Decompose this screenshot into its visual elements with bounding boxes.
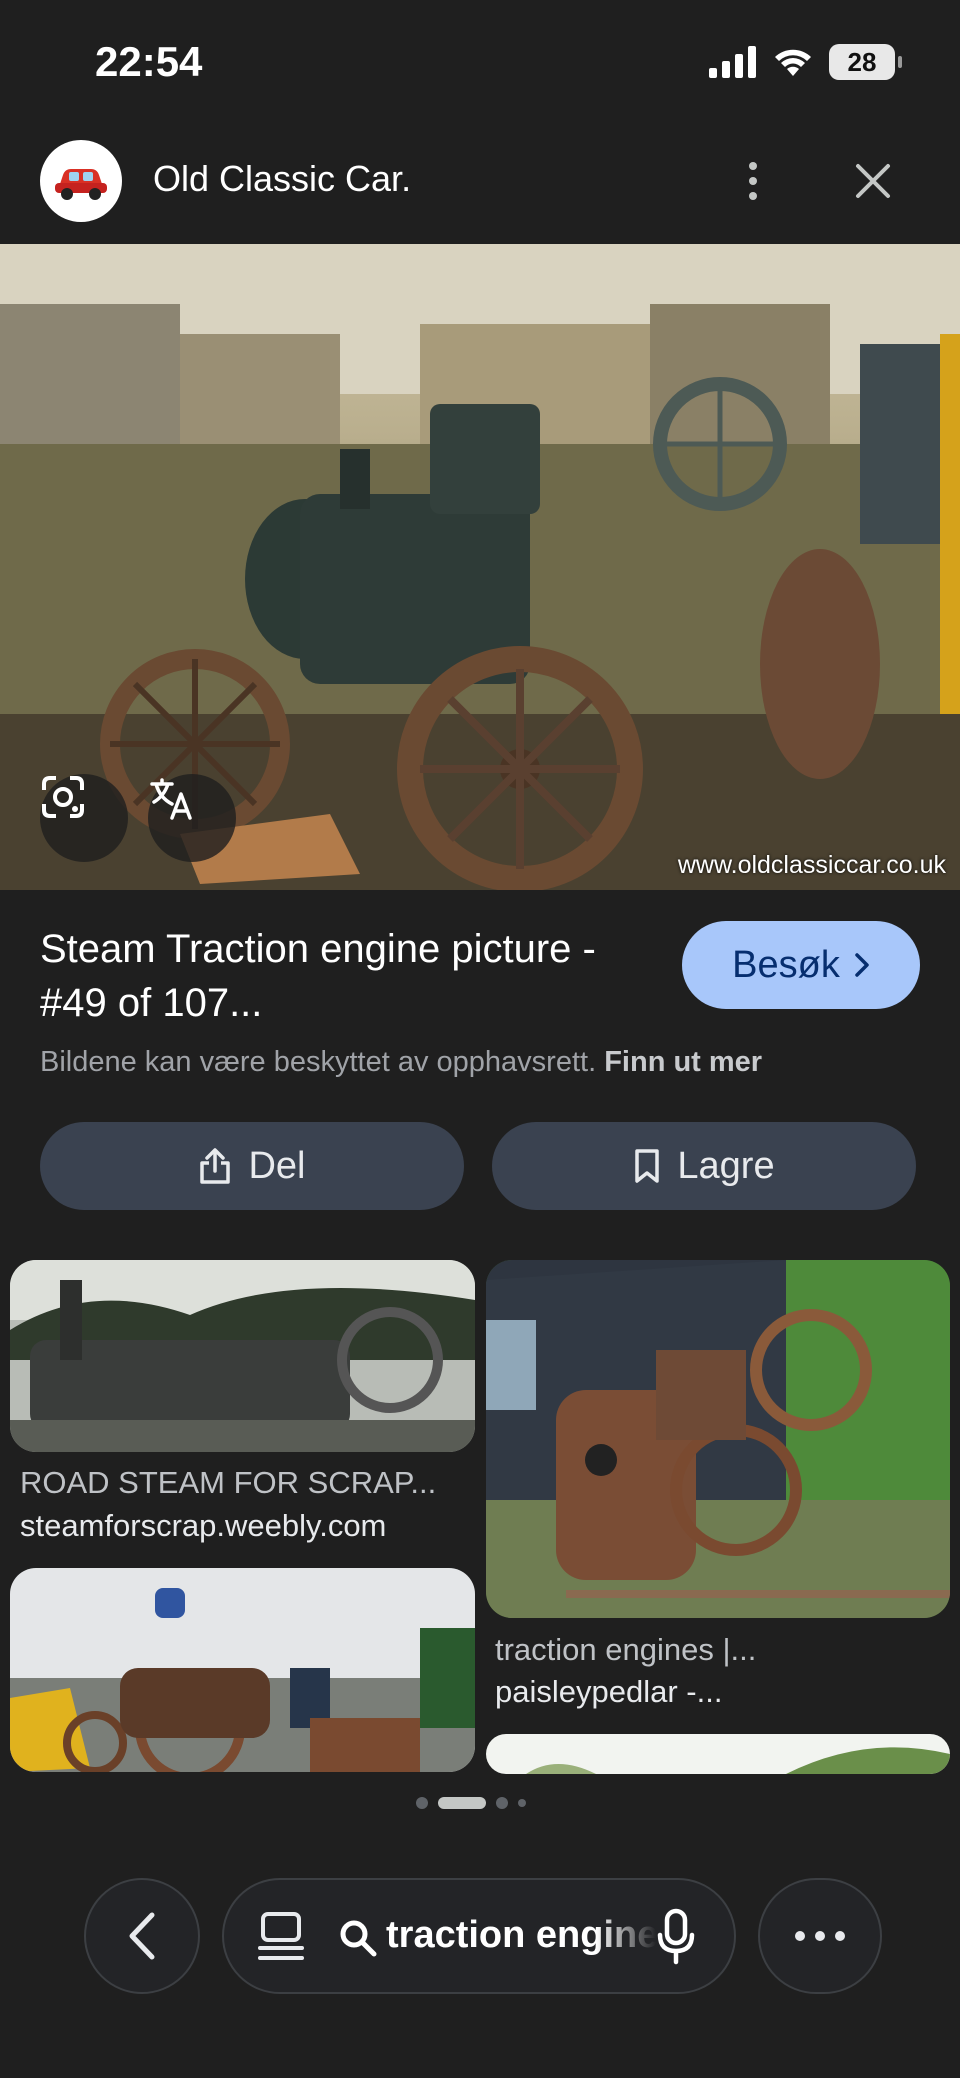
search-bar[interactable]: traction engines [222, 1878, 736, 1994]
back-button[interactable] [84, 1878, 200, 1994]
road-steam-scrap-photo [10, 1260, 475, 1452]
chevron-right-icon [855, 953, 869, 977]
google-lens-button[interactable] [40, 774, 128, 862]
share-button[interactable]: Del [40, 1122, 464, 1210]
page-dot [416, 1797, 428, 1809]
close-icon[interactable] [848, 156, 898, 206]
copyright-text: Bildene kan være beskyttet av opphavsret… [40, 1046, 597, 1078]
hero-image[interactable]: www.oldclassiccar.co.uk [0, 244, 960, 890]
related-1-title[interactable]: ROAD STEAM FOR SCRAP... [20, 1465, 470, 1501]
bottom-bar: traction engines [0, 1870, 960, 2000]
related-image-3[interactable] [10, 1568, 475, 1772]
search-icon [340, 1920, 377, 1957]
learn-more-link[interactable]: Finn ut mer [604, 1046, 762, 1078]
search-query[interactable]: traction engines [386, 1914, 656, 1957]
source-header: Old Classic Car. [0, 130, 960, 240]
lens-icon [42, 776, 84, 818]
related-image-1[interactable] [10, 1260, 475, 1452]
menu-dot [835, 1931, 845, 1941]
image-watermark: www.oldclassiccar.co.uk [677, 851, 946, 879]
more-menu-button[interactable] [758, 1878, 882, 1994]
pagination-dots [416, 1797, 526, 1809]
related-1-domain[interactable]: steamforscrap.weebly.com [20, 1508, 470, 1544]
save-label: Lagre [677, 1144, 775, 1187]
share-icon [200, 1148, 231, 1184]
copyright-notice: Bildene kan være beskyttet av opphavsret… [40, 1046, 762, 1079]
battery-icon: 28 [829, 44, 902, 80]
related-image-2[interactable] [486, 1260, 950, 1618]
status-time: 22:54 [95, 38, 203, 85]
page-dot [496, 1797, 508, 1809]
status-icons: 28 [709, 44, 902, 80]
more-options-icon[interactable] [738, 156, 768, 206]
menu-dot [795, 1931, 805, 1941]
signal-icon [709, 46, 756, 78]
visit-button[interactable]: Besøk [682, 921, 920, 1009]
related-image-4[interactable] [486, 1734, 950, 1774]
save-button[interactable]: Lagre [492, 1122, 916, 1210]
related-2-domain[interactable]: paisleypedlar -... [495, 1674, 945, 1710]
related-2-title[interactable]: traction engines |... [495, 1632, 945, 1668]
traction-engine-crew-photo [10, 1568, 475, 1772]
traction-engine-photo [0, 244, 960, 890]
chevron-left-icon [129, 1912, 155, 1960]
red-car-icon [55, 169, 107, 200]
wifi-icon [775, 49, 811, 76]
result-title[interactable]: Steam Traction engine picture - #49 of 1… [40, 922, 640, 1030]
translate-icon [150, 778, 192, 820]
page-dot-active [438, 1797, 486, 1809]
share-label: Del [248, 1144, 306, 1187]
site-title[interactable]: Old Classic Car. [153, 158, 411, 200]
site-logo-avatar[interactable] [40, 140, 122, 222]
page-dot [518, 1799, 526, 1807]
partial-photo [486, 1734, 950, 1774]
microphone-icon[interactable] [656, 1908, 696, 1966]
status-bar: 22:54 28 [0, 0, 960, 120]
visit-label: Besøk [732, 943, 840, 986]
bookmark-icon [635, 1149, 660, 1183]
tabs-icon[interactable] [258, 1910, 304, 1962]
translate-button[interactable] [148, 774, 236, 862]
rusty-traction-engine-photo [486, 1260, 950, 1618]
menu-dot [815, 1931, 825, 1941]
